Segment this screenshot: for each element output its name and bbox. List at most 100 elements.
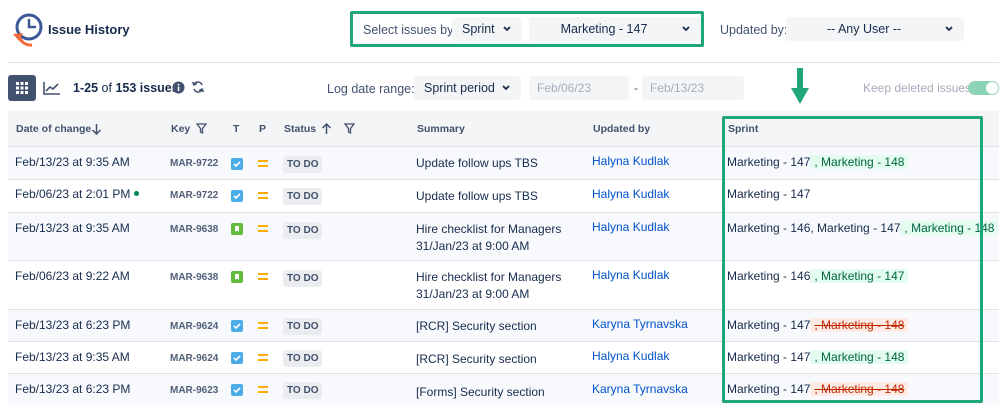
row-key[interactable]: MAR-9722 bbox=[170, 190, 218, 201]
issue-count: 1-25 of 153 issues bbox=[73, 81, 179, 95]
issue-of: of bbox=[101, 81, 112, 95]
row-summary[interactable]: Update follow ups TBS bbox=[416, 188, 538, 205]
keep-deleted-toggle[interactable] bbox=[968, 81, 999, 95]
info-icon[interactable] bbox=[172, 81, 185, 94]
updated-by-dropdown[interactable]: -- Any User -- bbox=[786, 17, 964, 41]
row-date: Feb/06/23 at 9:22 AM bbox=[15, 269, 130, 283]
log-date-label: Log date range: bbox=[327, 82, 415, 96]
status-badge: TO DO bbox=[283, 382, 323, 399]
row-user[interactable]: Karyna Tyrnavska bbox=[592, 317, 688, 331]
col-key-header[interactable]: Key bbox=[171, 123, 190, 135]
row-key[interactable]: MAR-9638 bbox=[170, 272, 218, 283]
medium-priority-icon bbox=[258, 192, 268, 199]
line-chart-icon bbox=[43, 82, 60, 95]
medium-priority-icon bbox=[258, 354, 268, 361]
chevron-down-icon bbox=[682, 26, 690, 32]
toggle-knob bbox=[986, 82, 998, 94]
row-date: Feb/13/23 at 6:23 PM bbox=[15, 318, 131, 332]
medium-priority-icon bbox=[258, 225, 268, 232]
row-user[interactable]: Halyna Kudlak bbox=[592, 268, 669, 282]
refresh-icon[interactable] bbox=[191, 80, 205, 94]
keep-deleted-label: Keep deleted issues bbox=[863, 81, 972, 95]
row-key[interactable]: MAR-9638 bbox=[170, 224, 218, 235]
col-updated-by-header[interactable]: Updated by bbox=[593, 123, 650, 135]
select-issues-label: Select issues by: bbox=[363, 23, 457, 37]
row-user[interactable]: Halyna Kudlak bbox=[592, 154, 669, 168]
row-date: Feb/13/23 at 9:35 AM bbox=[15, 350, 130, 364]
sprint-dropdown[interactable]: Marketing - 147 bbox=[529, 17, 701, 41]
arrow-down-icon bbox=[791, 68, 809, 104]
filter-icon[interactable] bbox=[196, 123, 207, 134]
status-badge: TO DO bbox=[283, 318, 323, 335]
chevron-down-icon bbox=[945, 26, 953, 32]
row-summary-line2: 31/Jan/23 at 9:00 AM bbox=[416, 239, 530, 253]
grid-icon bbox=[16, 82, 28, 94]
chevron-down-icon bbox=[503, 26, 511, 32]
current-dot-icon bbox=[134, 191, 140, 196]
history-clock-icon bbox=[13, 13, 43, 47]
col-priority-header[interactable]: P bbox=[259, 123, 266, 135]
row-date-text: Feb/06/23 at 2:01 PM bbox=[15, 187, 131, 201]
period-dropdown[interactable]: Sprint period bbox=[414, 76, 521, 100]
status-badge: TO DO bbox=[283, 156, 323, 173]
row-key[interactable]: MAR-9624 bbox=[170, 321, 218, 332]
row-summary[interactable]: [RCR] Security section bbox=[416, 351, 537, 368]
select-type-value: Sprint bbox=[462, 22, 495, 36]
status-badge: TO DO bbox=[283, 350, 323, 367]
row-key[interactable]: MAR-9624 bbox=[170, 353, 218, 364]
filter-icon[interactable] bbox=[344, 123, 355, 134]
row-summary-line1: Hire checklist for Managers bbox=[416, 270, 562, 284]
updated-by-label: Updated by: bbox=[720, 23, 788, 37]
medium-priority-icon bbox=[258, 273, 268, 280]
story-type-icon bbox=[231, 223, 243, 235]
page-title: Issue History bbox=[48, 22, 130, 37]
medium-priority-icon bbox=[258, 386, 268, 393]
task-type-icon bbox=[231, 384, 243, 396]
sprint-column-highlight bbox=[722, 116, 983, 403]
col-status-header[interactable]: Status bbox=[284, 123, 316, 135]
row-date: Feb/13/23 at 6:23 PM bbox=[15, 382, 131, 396]
header-divider bbox=[8, 62, 999, 63]
row-date: Feb/06/23 at 2:01 PM bbox=[15, 187, 140, 201]
sprint-dropdown-value: Marketing - 147 bbox=[560, 22, 648, 36]
row-user[interactable]: Halyna Kudlak bbox=[592, 220, 669, 234]
row-summary-line1: Hire checklist for Managers bbox=[416, 222, 562, 236]
chevron-down-icon bbox=[502, 85, 510, 91]
issue-range: 1-25 bbox=[73, 81, 99, 95]
row-date: Feb/13/23 at 9:35 AM bbox=[15, 221, 130, 235]
task-type-icon bbox=[231, 190, 243, 202]
status-badge: TO DO bbox=[283, 270, 323, 287]
medium-priority-icon bbox=[258, 322, 268, 329]
col-date-header[interactable]: Date of change bbox=[16, 123, 91, 135]
row-summary[interactable]: Update follow ups TBS bbox=[416, 155, 538, 172]
col-type-header[interactable]: T bbox=[233, 123, 239, 135]
row-summary[interactable]: [RCR] Security section bbox=[416, 318, 537, 335]
medium-priority-icon bbox=[258, 160, 268, 167]
task-type-icon bbox=[231, 352, 243, 364]
issue-total: 153 issues bbox=[115, 81, 179, 95]
row-summary[interactable]: Hire checklist for Managers 31/Jan/23 at… bbox=[416, 269, 561, 303]
status-badge: TO DO bbox=[283, 188, 323, 205]
row-user[interactable]: Karyna Tyrnavska bbox=[592, 382, 688, 396]
col-summary-header[interactable]: Summary bbox=[417, 123, 465, 135]
task-type-icon bbox=[231, 320, 243, 332]
row-summary-line2: 31/Jan/23 at 9:00 AM bbox=[416, 287, 530, 301]
date-separator: - bbox=[634, 81, 638, 95]
grid-view-button[interactable] bbox=[8, 75, 36, 101]
date-from-input[interactable]: Feb/06/23 bbox=[529, 76, 629, 100]
period-value: Sprint period bbox=[424, 81, 495, 95]
updated-by-value: -- Any User -- bbox=[826, 22, 902, 36]
row-summary[interactable]: [Forms] Security section bbox=[416, 384, 545, 401]
select-type-dropdown[interactable]: Sprint bbox=[452, 17, 522, 41]
row-key[interactable]: MAR-9623 bbox=[170, 385, 218, 396]
story-type-icon bbox=[231, 271, 243, 283]
row-summary[interactable]: Hire checklist for Managers 31/Jan/23 at… bbox=[416, 221, 561, 255]
date-to-input[interactable]: Feb/13/23 bbox=[642, 76, 744, 100]
sort-up-icon[interactable] bbox=[321, 123, 332, 135]
row-user[interactable]: Halyna Kudlak bbox=[592, 349, 669, 363]
row-date: Feb/13/23 at 9:35 AM bbox=[15, 155, 130, 169]
sort-down-icon[interactable] bbox=[91, 123, 102, 135]
chart-view-button[interactable] bbox=[38, 75, 66, 101]
row-user[interactable]: Halyna Kudlak bbox=[592, 187, 669, 201]
row-key[interactable]: MAR-9722 bbox=[170, 158, 218, 169]
